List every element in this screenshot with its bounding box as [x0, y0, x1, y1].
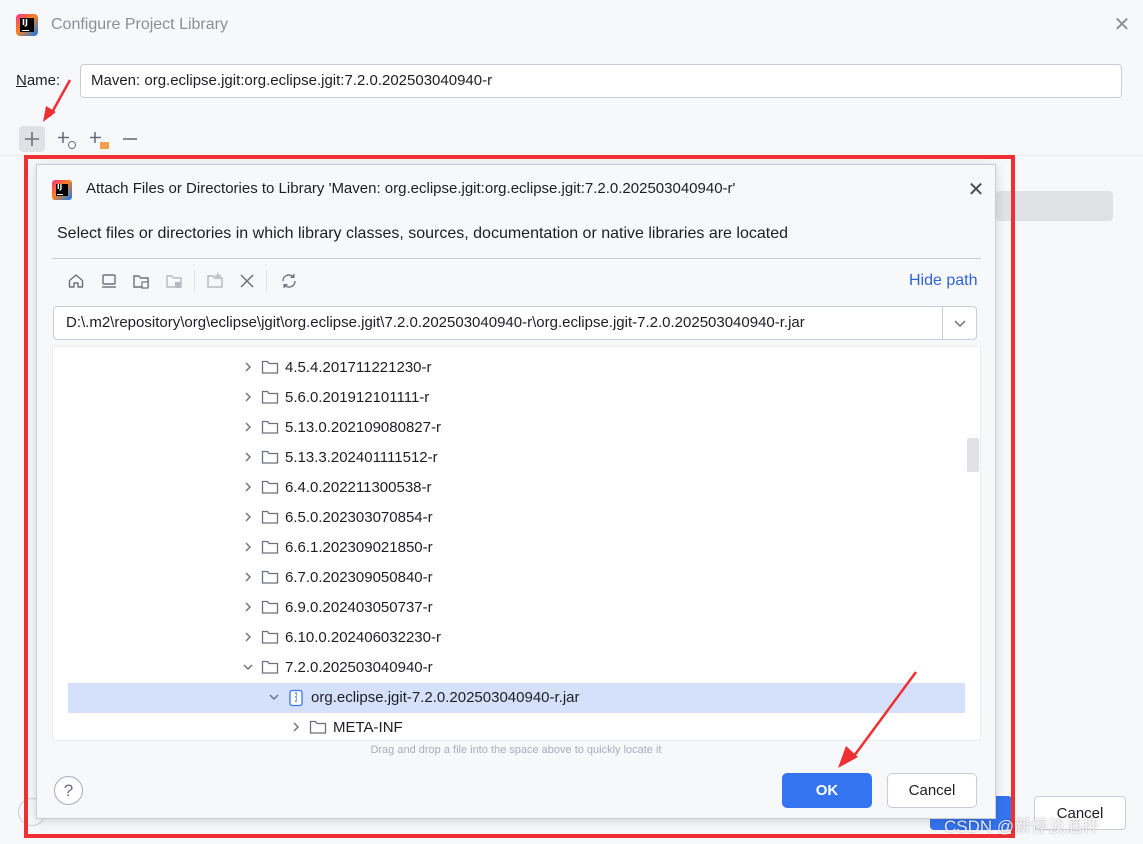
add-from-maven-icon[interactable]: [52, 126, 78, 152]
library-name-input[interactable]: Maven: org.eclipse.jgit:org.eclipse.jgit…: [80, 64, 1122, 98]
intellij-logo-icon: IJ: [16, 14, 38, 36]
add-jar-icon[interactable]: [84, 126, 110, 152]
remove-icon[interactable]: [117, 126, 143, 152]
annotation-arrow-ok: [838, 671, 918, 768]
watermark: CSDN @新停淡酒杯: [944, 817, 1100, 836]
annotation-arrow-add: [43, 79, 72, 122]
add-icon[interactable]: [19, 126, 45, 152]
outer-dialog-title: Configure Project Library: [51, 16, 228, 33]
outer-close-icon[interactable]: ✕: [1111, 14, 1133, 36]
